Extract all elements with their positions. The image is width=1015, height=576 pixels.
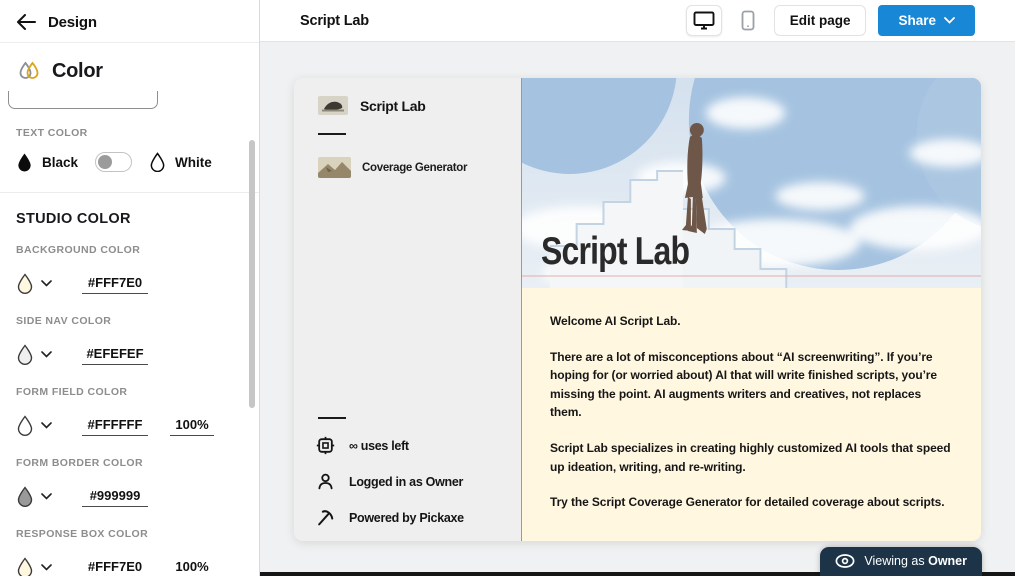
share-button-label: Share xyxy=(898,13,936,28)
uses-left-row: ∞ uses left xyxy=(294,436,521,455)
chevron-down-icon xyxy=(41,351,52,358)
partially-scrolled-input[interactable] xyxy=(8,91,158,109)
form-field-color-swatch-button[interactable] xyxy=(16,415,66,436)
text-color-toggle[interactable] xyxy=(95,152,132,172)
background-color-label: BACKGROUND COLOR xyxy=(16,244,243,256)
header-actions: Edit page Share xyxy=(686,5,975,36)
chevron-down-icon xyxy=(41,564,52,571)
background-color-hex-input[interactable] xyxy=(82,273,148,294)
color-swatch-droplet-icon xyxy=(16,557,34,576)
viewing-badge-text: Viewing as Owner xyxy=(864,554,967,568)
response-box-color-hex-input[interactable] xyxy=(82,557,148,576)
preview-divider xyxy=(318,133,346,135)
nav-item-label: Coverage Generator xyxy=(362,162,467,174)
background-color-row xyxy=(16,268,243,298)
form-field-color-row xyxy=(16,410,243,440)
design-title: Design xyxy=(48,14,97,31)
text-color-label: TEXT COLOR xyxy=(16,127,243,139)
share-button[interactable]: Share xyxy=(878,5,975,36)
main-area: Script Lab Edit page Share xyxy=(260,0,1015,576)
back-arrow-icon xyxy=(16,14,36,30)
welcome-text-block: Welcome AI Script Lab. There are a lot o… xyxy=(522,288,981,541)
user-icon xyxy=(316,472,335,491)
uses-left-label: ∞ uses left xyxy=(349,439,409,453)
form-field-color-label: FORM FIELD COLOR xyxy=(16,386,243,398)
chevron-down-icon xyxy=(41,422,52,429)
toggle-knob xyxy=(98,155,112,169)
color-section-title: Color xyxy=(52,60,103,83)
eye-icon xyxy=(835,554,855,568)
mobile-icon xyxy=(741,10,755,31)
chevron-down-icon xyxy=(41,493,52,500)
chevron-down-icon xyxy=(41,280,52,287)
response-box-color-label: RESPONSE BOX COLOR xyxy=(16,528,243,540)
form-border-color-label: FORM BORDER COLOR xyxy=(16,457,243,469)
preview-divider xyxy=(318,417,346,419)
response-box-opacity-input[interactable] xyxy=(170,557,214,576)
text-color-row: Black White xyxy=(16,152,243,172)
form-field-opacity-input[interactable] xyxy=(170,415,214,436)
edit-page-button[interactable]: Edit page xyxy=(774,5,867,36)
black-option-label: Black xyxy=(42,155,78,170)
response-box-color-row xyxy=(16,552,243,576)
side-nav-color-swatch-button[interactable] xyxy=(16,344,66,365)
white-option-label: White xyxy=(175,155,212,170)
uses-icon xyxy=(316,436,335,455)
color-swatch-droplet-icon xyxy=(16,273,34,294)
desktop-view-button[interactable] xyxy=(686,5,722,36)
chevron-down-icon xyxy=(944,17,955,24)
pickaxe-icon xyxy=(316,508,335,527)
hero-banner: Script Lab xyxy=(522,78,981,288)
color-droplets-icon xyxy=(16,59,42,83)
specializes-paragraph: Script Lab specializes in creating highl… xyxy=(550,439,953,476)
hero-title: Script Lab xyxy=(541,230,689,274)
app-window: Design Color TEXT COLOR Black xyxy=(0,0,1015,576)
nav-item-coverage-generator[interactable]: Coverage Generator xyxy=(294,157,521,178)
studio-color-title: STUDIO COLOR xyxy=(16,211,243,227)
preview-app-header[interactable]: Script Lab xyxy=(294,96,521,115)
color-swatch-droplet-icon xyxy=(16,415,34,436)
design-sidebar-scroll: TEXT COLOR Black White STUDIO COLOR BACK… xyxy=(0,91,259,576)
design-sidebar-header: Design xyxy=(0,0,259,43)
coverage-generator-thumbnail xyxy=(318,157,351,178)
form-border-color-hex-input[interactable] xyxy=(82,486,148,507)
color-swatch-droplet-icon xyxy=(16,344,34,365)
back-button[interactable] xyxy=(16,14,36,30)
welcome-paragraph: Welcome AI Script Lab. xyxy=(550,312,953,331)
mobile-view-button[interactable] xyxy=(730,5,766,36)
response-box-color-swatch-button[interactable] xyxy=(16,557,66,576)
main-header: Script Lab Edit page Share xyxy=(260,0,1015,42)
preview-canvas: Script Lab Coverage Generator xyxy=(260,42,1015,576)
color-section-header: Color xyxy=(0,43,259,91)
try-coverage-paragraph: Try the Script Coverage Generator for de… xyxy=(550,493,953,512)
partial-input-clip xyxy=(8,91,160,110)
side-nav-color-row xyxy=(16,339,243,369)
preview-app-title: Script Lab xyxy=(360,98,425,114)
preview-card: Script Lab Coverage Generator xyxy=(294,78,981,541)
viewing-as-owner-badge[interactable]: Viewing as Owner xyxy=(820,547,982,576)
misconceptions-paragraph: There are a lot of misconceptions about … xyxy=(550,348,953,422)
form-field-color-hex-input[interactable] xyxy=(82,415,148,436)
preview-content: Script Lab Welcome AI Script Lab. There … xyxy=(522,78,981,541)
design-sidebar: Design Color TEXT COLOR Black xyxy=(0,0,260,576)
side-nav-color-label: SIDE NAV COLOR xyxy=(16,315,243,327)
powered-by-label: Powered by Pickaxe xyxy=(349,511,464,525)
app-logo-image xyxy=(318,96,348,115)
page-title: Script Lab xyxy=(300,13,369,29)
color-swatch-droplet-icon xyxy=(16,486,34,507)
background-color-swatch-button[interactable] xyxy=(16,273,66,294)
side-nav-color-hex-input[interactable] xyxy=(82,344,148,365)
preview-sidenav: Script Lab Coverage Generator xyxy=(294,78,522,541)
sidebar-scrollbar[interactable] xyxy=(249,140,255,408)
divider xyxy=(0,192,259,193)
form-border-color-row xyxy=(16,481,243,511)
black-droplet-icon xyxy=(16,152,33,172)
logged-in-label: Logged in as Owner xyxy=(349,475,463,489)
desktop-icon xyxy=(693,11,715,30)
white-droplet-icon xyxy=(149,152,166,172)
powered-by-row[interactable]: Powered by Pickaxe xyxy=(294,508,521,527)
form-border-color-swatch-button[interactable] xyxy=(16,486,66,507)
preview-sidenav-footer: ∞ uses left Logged in as Owner xyxy=(294,399,521,527)
logged-in-row: Logged in as Owner xyxy=(294,472,521,491)
